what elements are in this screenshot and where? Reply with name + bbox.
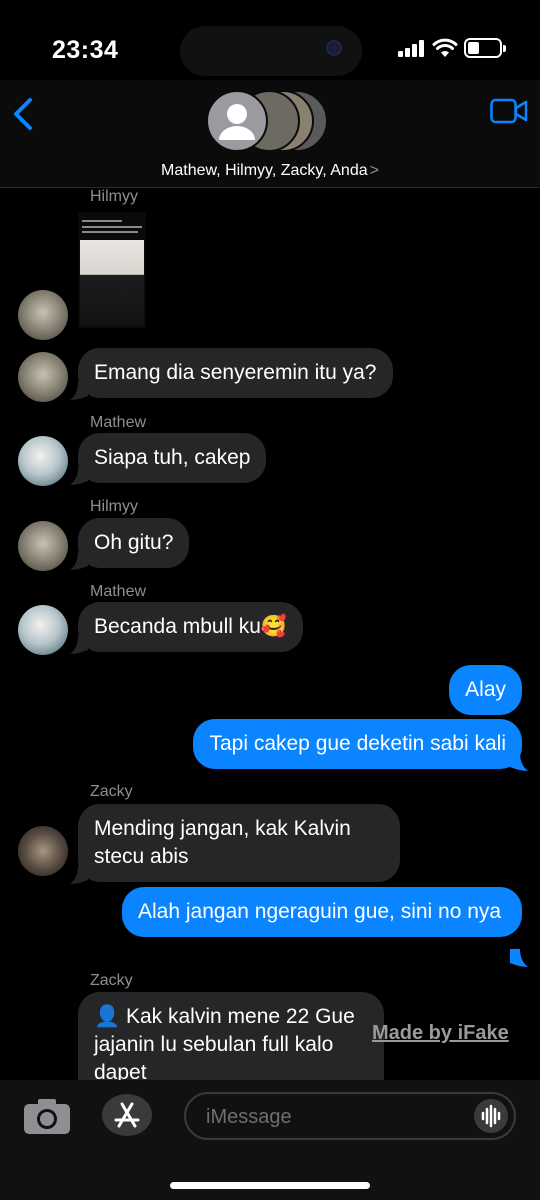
app-store-button[interactable] <box>102 1094 152 1136</box>
message-bubble-incoming[interactable]: Siapa tuh, cakep <box>78 433 267 483</box>
sender-name: Hilmyy <box>90 188 138 205</box>
message-bubble-outgoing[interactable]: Alay <box>449 665 522 715</box>
sender-name: Zacky <box>90 783 133 800</box>
message-input[interactable]: iMessage <box>184 1092 516 1140</box>
group-name-label: Mathew, Hilmyy, Zacky, Anda <box>161 162 368 179</box>
avatar <box>18 605 68 655</box>
avatar <box>18 352 68 402</box>
message-input-placeholder: iMessage <box>206 1106 292 1128</box>
avatar <box>18 290 68 340</box>
bubble-tail <box>70 866 88 884</box>
bubble-tail <box>70 552 88 570</box>
wifi-icon <box>432 38 458 57</box>
message-bubble-outgoing[interactable]: Alah jangan ngeraguin gue, sini no nya <box>122 887 522 937</box>
bubble-tail <box>510 949 528 967</box>
photo-thumbnail <box>80 240 144 326</box>
camera-icon[interactable] <box>22 1096 72 1136</box>
waveform-icon <box>481 1104 501 1128</box>
message-bubble-outgoing[interactable]: Tapi cakep gue deketin sabi kali <box>193 719 522 769</box>
watermark: Made by iFake <box>372 1022 509 1044</box>
screen-recording-icon <box>326 40 342 56</box>
bubble-tail <box>510 753 528 771</box>
bubble-tail <box>70 382 88 400</box>
status-time: 23:34 <box>52 36 119 64</box>
message-list[interactable]: Hilmyy Emang dia senyeremin itu ya? Math… <box>0 188 540 1080</box>
compose-bar: iMessage <box>0 1080 540 1200</box>
sender-name: Mathew <box>90 583 147 600</box>
status-bar: 23:34 <box>0 0 540 90</box>
person-placeholder-icon <box>219 104 255 140</box>
cellular-signal-icon <box>398 39 426 57</box>
avatar <box>206 90 268 152</box>
sender-name: Hilmyy <box>90 498 138 515</box>
bubble-tail <box>70 636 88 654</box>
message-bubble-incoming[interactable]: Becanda mbull ku🥰 <box>78 602 304 652</box>
video-call-icon[interactable] <box>490 98 528 124</box>
back-chevron-icon[interactable] <box>10 96 38 132</box>
message-bubble-incoming[interactable]: Mending jangan, kak Kalvin stecu abis <box>78 804 400 882</box>
group-avatars[interactable] <box>206 90 336 154</box>
bubble-tail <box>70 467 88 485</box>
image-attachment[interactable] <box>78 212 146 328</box>
message-bubble-incoming[interactable]: 👤 Kak kalvin mene 22 Gue jajanin lu sebu… <box>78 992 384 1080</box>
sender-name: Mathew <box>90 414 147 431</box>
avatar <box>18 826 68 876</box>
battery-fill <box>468 42 479 54</box>
message-bubble-incoming[interactable]: Emang dia senyeremin itu ya? <box>78 348 393 398</box>
message-bubble-incoming[interactable]: Oh gitu? <box>78 518 190 568</box>
chevron-right-icon: > <box>369 162 379 179</box>
audio-message-button[interactable] <box>474 1099 508 1133</box>
sender-name: Zacky <box>90 972 133 989</box>
battery-icon <box>464 38 506 58</box>
conversation-header: Mathew, Hilmyy, Zacky, Anda > <box>0 80 540 188</box>
avatar <box>18 436 68 486</box>
home-indicator <box>170 1182 370 1189</box>
app-store-icon <box>114 1102 140 1128</box>
avatar <box>18 521 68 571</box>
group-name[interactable]: Mathew, Hilmyy, Zacky, Anda > <box>0 162 540 180</box>
